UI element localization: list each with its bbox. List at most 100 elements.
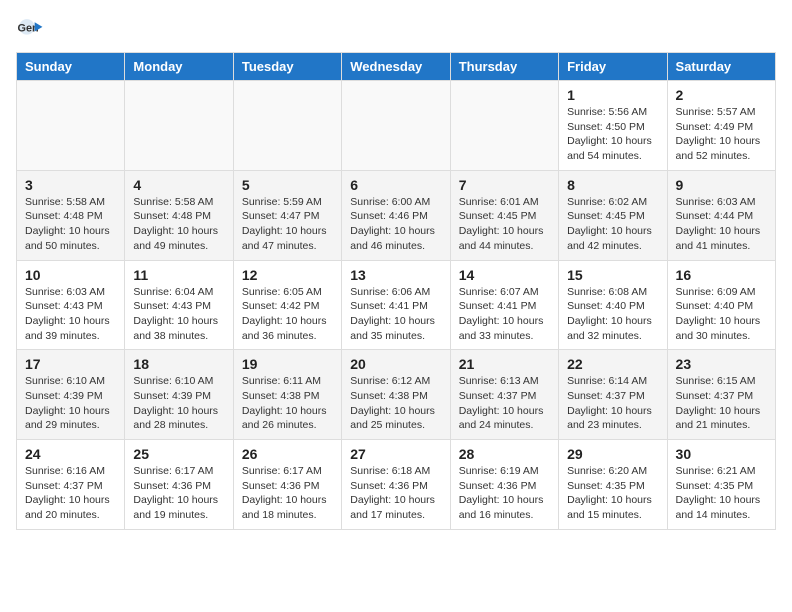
week-row-1: 1Sunrise: 5:56 AM Sunset: 4:50 PM Daylig… <box>17 81 776 171</box>
day-number: 17 <box>25 356 116 372</box>
day-number: 8 <box>567 177 658 193</box>
calendar-cell <box>17 81 125 171</box>
calendar-cell: 13 Sunrise: 6:06 AM Sunset: 4:41 PM Dayli… <box>342 260 450 350</box>
weekday-header-thursday: Thursday <box>450 53 558 81</box>
logo: Gen <box>16 16 48 44</box>
weekday-header-sunday: Sunday <box>17 53 125 81</box>
calendar-cell: 26 Sunrise: 6:17 AM Sunset: 4:36 PM Dayli… <box>233 440 341 530</box>
day-number: 14 <box>459 267 550 283</box>
day-info: Sunrise: 6:02 AM Sunset: 4:45 PM Dayligh… <box>567 195 658 254</box>
day-number: 1 <box>567 87 658 103</box>
weekday-header-friday: Friday <box>559 53 667 81</box>
day-number: 6 <box>350 177 441 193</box>
day-number: 10 <box>25 267 116 283</box>
calendar-header-row: SundayMondayTuesdayWednesdayThursdayFrid… <box>17 53 776 81</box>
week-row-5: 24 Sunrise: 6:16 AM Sunset: 4:37 PM Dayli… <box>17 440 776 530</box>
day-number: 24 <box>25 446 116 462</box>
calendar-cell: 29 Sunrise: 6:20 AM Sunset: 4:35 PM Dayli… <box>559 440 667 530</box>
day-number: 22 <box>567 356 658 372</box>
calendar-cell: 25 Sunrise: 6:17 AM Sunset: 4:36 PM Dayli… <box>125 440 233 530</box>
calendar-cell: 10 Sunrise: 6:03 AM Sunset: 4:43 PM Dayli… <box>17 260 125 350</box>
day-number: 25 <box>133 446 224 462</box>
calendar-cell: 20Sunrise: 6:12 AM Sunset: 4:38 PM Dayli… <box>342 350 450 440</box>
calendar-cell <box>342 81 450 171</box>
day-info: Sunrise: 5:58 AM Sunset: 4:48 PM Dayligh… <box>25 195 116 254</box>
day-info: Sunrise: 5:59 AM Sunset: 4:47 PM Dayligh… <box>242 195 333 254</box>
weekday-header-monday: Monday <box>125 53 233 81</box>
calendar-cell: 22 Sunrise: 6:14 AM Sunset: 4:37 PM Dayli… <box>559 350 667 440</box>
day-info: Sunrise: 6:03 AM Sunset: 4:43 PM Dayligh… <box>25 285 116 344</box>
calendar-cell: 6Sunrise: 6:00 AM Sunset: 4:46 PM Daylig… <box>342 170 450 260</box>
calendar-cell: 21Sunrise: 6:13 AM Sunset: 4:37 PM Dayli… <box>450 350 558 440</box>
day-info: Sunrise: 6:17 AM Sunset: 4:36 PM Dayligh… <box>242 464 333 523</box>
calendar-cell: 16 Sunrise: 6:09 AM Sunset: 4:40 PM Dayli… <box>667 260 775 350</box>
day-number: 18 <box>133 356 224 372</box>
day-number: 2 <box>676 87 767 103</box>
day-number: 15 <box>567 267 658 283</box>
day-number: 9 <box>676 177 767 193</box>
day-number: 5 <box>242 177 333 193</box>
weekday-header-saturday: Saturday <box>667 53 775 81</box>
calendar-cell: 27 Sunrise: 6:18 AM Sunset: 4:36 PM Dayli… <box>342 440 450 530</box>
day-info: Sunrise: 6:07 AM Sunset: 4:41 PM Dayligh… <box>459 285 550 344</box>
day-info: Sunrise: 6:01 AM Sunset: 4:45 PM Dayligh… <box>459 195 550 254</box>
calendar-cell: 30 Sunrise: 6:21 AM Sunset: 4:35 PM Dayli… <box>667 440 775 530</box>
day-info: Sunrise: 6:03 AM Sunset: 4:44 PM Dayligh… <box>676 195 767 254</box>
day-number: 28 <box>459 446 550 462</box>
day-number: 27 <box>350 446 441 462</box>
calendar-cell: 18 Sunrise: 6:10 AM Sunset: 4:39 PM Dayli… <box>125 350 233 440</box>
day-info: Sunrise: 5:58 AM Sunset: 4:48 PM Dayligh… <box>133 195 224 254</box>
day-info: Sunrise: 6:17 AM Sunset: 4:36 PM Dayligh… <box>133 464 224 523</box>
day-info: Sunrise: 6:06 AM Sunset: 4:41 PM Dayligh… <box>350 285 441 344</box>
day-info: Sunrise: 6:08 AM Sunset: 4:40 PM Dayligh… <box>567 285 658 344</box>
day-number: 7 <box>459 177 550 193</box>
calendar-cell <box>125 81 233 171</box>
calendar-cell: 8 Sunrise: 6:02 AM Sunset: 4:45 PM Daylig… <box>559 170 667 260</box>
day-info: Sunrise: 6:10 AM Sunset: 4:39 PM Dayligh… <box>25 374 116 433</box>
day-info: Sunrise: 6:20 AM Sunset: 4:35 PM Dayligh… <box>567 464 658 523</box>
day-info: Sunrise: 6:15 AM Sunset: 4:37 PM Dayligh… <box>676 374 767 433</box>
calendar-cell <box>233 81 341 171</box>
day-info: Sunrise: 6:21 AM Sunset: 4:35 PM Dayligh… <box>676 464 767 523</box>
day-number: 3 <box>25 177 116 193</box>
day-info: Sunrise: 6:13 AM Sunset: 4:37 PM Dayligh… <box>459 374 550 433</box>
day-info: Sunrise: 6:09 AM Sunset: 4:40 PM Dayligh… <box>676 285 767 344</box>
day-info: Sunrise: 6:19 AM Sunset: 4:36 PM Dayligh… <box>459 464 550 523</box>
calendar-cell: 5 Sunrise: 5:59 AM Sunset: 4:47 PM Daylig… <box>233 170 341 260</box>
day-number: 20 <box>350 356 441 372</box>
page-header: Gen <box>16 16 776 44</box>
calendar-cell: 9 Sunrise: 6:03 AM Sunset: 4:44 PM Daylig… <box>667 170 775 260</box>
day-info: Sunrise: 6:11 AM Sunset: 4:38 PM Dayligh… <box>242 374 333 433</box>
calendar-cell <box>450 81 558 171</box>
day-number: 29 <box>567 446 658 462</box>
day-info: Sunrise: 6:18 AM Sunset: 4:36 PM Dayligh… <box>350 464 441 523</box>
calendar-cell: 19Sunrise: 6:11 AM Sunset: 4:38 PM Dayli… <box>233 350 341 440</box>
calendar-cell: 7 Sunrise: 6:01 AM Sunset: 4:45 PM Daylig… <box>450 170 558 260</box>
calendar-cell: 3 Sunrise: 5:58 AM Sunset: 4:48 PM Daylig… <box>17 170 125 260</box>
calendar-cell: 17 Sunrise: 6:10 AM Sunset: 4:39 PM Dayli… <box>17 350 125 440</box>
calendar-table: SundayMondayTuesdayWednesdayThursdayFrid… <box>16 52 776 530</box>
week-row-4: 17 Sunrise: 6:10 AM Sunset: 4:39 PM Dayli… <box>17 350 776 440</box>
week-row-3: 10 Sunrise: 6:03 AM Sunset: 4:43 PM Dayli… <box>17 260 776 350</box>
day-number: 30 <box>676 446 767 462</box>
day-number: 4 <box>133 177 224 193</box>
weekday-header-tuesday: Tuesday <box>233 53 341 81</box>
day-number: 11 <box>133 267 224 283</box>
day-number: 16 <box>676 267 767 283</box>
day-info: Sunrise: 6:05 AM Sunset: 4:42 PM Dayligh… <box>242 285 333 344</box>
calendar-cell: 12 Sunrise: 6:05 AM Sunset: 4:42 PM Dayli… <box>233 260 341 350</box>
day-info: Sunrise: 6:14 AM Sunset: 4:37 PM Dayligh… <box>567 374 658 433</box>
day-info: Sunrise: 6:10 AM Sunset: 4:39 PM Dayligh… <box>133 374 224 433</box>
day-info: Sunrise: 6:16 AM Sunset: 4:37 PM Dayligh… <box>25 464 116 523</box>
day-number: 12 <box>242 267 333 283</box>
weekday-header-wednesday: Wednesday <box>342 53 450 81</box>
day-number: 13 <box>350 267 441 283</box>
day-number: 26 <box>242 446 333 462</box>
week-row-2: 3 Sunrise: 5:58 AM Sunset: 4:48 PM Daylig… <box>17 170 776 260</box>
calendar-cell: 1Sunrise: 5:56 AM Sunset: 4:50 PM Daylig… <box>559 81 667 171</box>
calendar-cell: 24 Sunrise: 6:16 AM Sunset: 4:37 PM Dayli… <box>17 440 125 530</box>
calendar-cell: 28 Sunrise: 6:19 AM Sunset: 4:36 PM Dayli… <box>450 440 558 530</box>
calendar-cell: 23Sunrise: 6:15 AM Sunset: 4:37 PM Dayli… <box>667 350 775 440</box>
calendar-cell: 14 Sunrise: 6:07 AM Sunset: 4:41 PM Dayli… <box>450 260 558 350</box>
calendar-cell: 11Sunrise: 6:04 AM Sunset: 4:43 PM Dayli… <box>125 260 233 350</box>
